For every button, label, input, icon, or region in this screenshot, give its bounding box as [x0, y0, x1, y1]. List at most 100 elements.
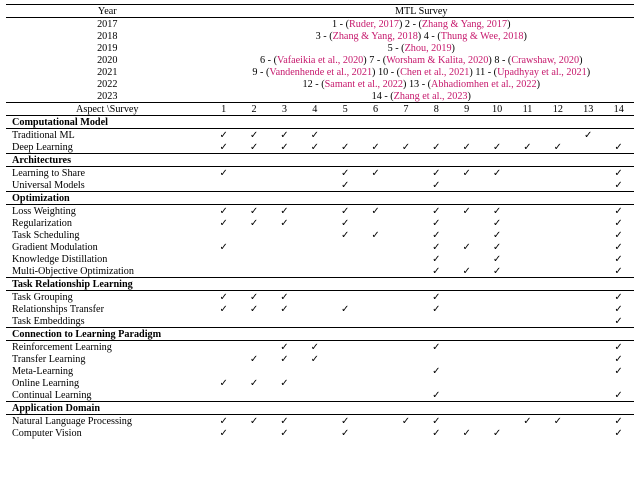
col-1: 1	[209, 103, 239, 116]
check-icon: ✓	[603, 303, 634, 315]
check-icon: ✓	[452, 265, 482, 278]
label-loss-weighting: Loss Weighting	[6, 205, 209, 218]
label-learning-to-share: Learning to Share	[6, 167, 209, 180]
check-icon: ✓	[603, 265, 634, 278]
refs-2021: 9 - (Vandenhende et al., 2021) 10 - (Che…	[209, 66, 634, 78]
check-icon: ✓	[421, 241, 451, 253]
check-icon: ✓	[603, 427, 634, 439]
mtl-survey-table: Year MTL Survey 2017 1 - (Ruder, 2017) 2…	[6, 4, 634, 439]
check-icon: ✓	[209, 205, 239, 218]
check-icon: ✓	[209, 303, 239, 315]
check-icon: ✓	[603, 341, 634, 354]
check-icon: ✓	[603, 217, 634, 229]
year-header: Year	[6, 5, 209, 18]
row-natural-language-processing: Natural Language Processing ✓✓✓✓✓✓✓✓✓	[6, 415, 634, 428]
cite-samant-2022: Samant et al., 2022	[325, 79, 403, 90]
check-icon: ✓	[421, 291, 451, 304]
check-icon: ✓	[603, 365, 634, 377]
check-icon: ✓	[300, 353, 330, 365]
check-icon: ✓	[239, 303, 269, 315]
check-icon: ✓	[512, 141, 542, 154]
row-task-grouping: Task Grouping ✓✓✓✓✓	[6, 291, 634, 304]
check-icon: ✓	[391, 415, 421, 428]
check-icon: ✓	[269, 217, 299, 229]
check-icon: ✓	[421, 415, 451, 428]
check-icon: ✓	[603, 389, 634, 402]
col-6: 6	[360, 103, 390, 116]
check-icon: ✓	[482, 265, 512, 278]
label-meta-learning: Meta-Learning	[6, 365, 209, 377]
check-icon: ✓	[603, 415, 634, 428]
row-traditional-ml: Traditional ML ✓✓✓✓✓	[6, 129, 634, 142]
col-7: 7	[391, 103, 421, 116]
check-icon: ✓	[300, 341, 330, 354]
row-transfer-learning: Transfer Learning ✓✓✓✓	[6, 353, 634, 365]
check-icon: ✓	[573, 129, 603, 142]
cite-zhang-yang-2018: Zhang & Yang, 2018	[333, 31, 418, 42]
row-knowledge-distillation: Knowledge Distillation ✓✓✓	[6, 253, 634, 265]
cite-worsham-2020: Worsham & Kalita, 2020	[386, 55, 488, 66]
cite-chen-2021: Chen et al., 2021	[400, 67, 469, 78]
check-icon: ✓	[269, 141, 299, 154]
check-icon: ✓	[421, 167, 451, 180]
label-transfer-learning: Transfer Learning	[6, 353, 209, 365]
check-icon: ✓	[300, 129, 330, 142]
check-icon: ✓	[269, 291, 299, 304]
col-5: 5	[330, 103, 360, 116]
row-relationships-transfer: Relationships Transfer ✓✓✓✓✓✓	[6, 303, 634, 315]
refs-2017: 1 - (Ruder, 2017) 2 - (Zhang & Yang, 201…	[209, 18, 634, 31]
check-icon: ✓	[482, 217, 512, 229]
check-icon: ✓	[209, 291, 239, 304]
label-natural-language-processing: Natural Language Processing	[6, 415, 209, 428]
check-icon: ✓	[269, 341, 299, 354]
check-icon: ✓	[603, 141, 634, 154]
check-icon: ✓	[482, 167, 512, 180]
label-gradient-modulation: Gradient Modulation	[6, 241, 209, 253]
check-icon: ✓	[209, 377, 239, 389]
label-universal-models: Universal Models	[6, 179, 209, 192]
check-icon: ✓	[421, 205, 451, 218]
check-icon: ✓	[512, 415, 542, 428]
row-meta-learning: Meta-Learning ✓✓	[6, 365, 634, 377]
cite-crawshaw-2020: Crawshaw, 2020	[511, 55, 579, 66]
check-icon: ✓	[603, 179, 634, 192]
cite-vandenhende-2021: Vandenhende et al., 2021	[269, 67, 372, 78]
check-icon: ✓	[482, 241, 512, 253]
check-icon: ✓	[482, 141, 512, 154]
label-traditional-ml: Traditional ML	[6, 129, 209, 142]
check-icon: ✓	[421, 141, 451, 154]
check-icon: ✓	[330, 427, 360, 439]
row-learning-to-share: Learning to Share ✓✓✓✓✓✓✓	[6, 167, 634, 180]
check-icon: ✓	[300, 141, 330, 154]
check-icon: ✓	[421, 427, 451, 439]
row-reinforcement-learning: Reinforcement Learning ✓✓✓✓	[6, 341, 634, 354]
label-multi-objective-optimization: Multi-Objective Optimization	[6, 265, 209, 278]
check-icon: ✓	[603, 291, 634, 304]
check-icon: ✓	[543, 141, 573, 154]
refs-2019: 5 - (Zhou, 2019)	[209, 42, 634, 54]
group-optimization: Optimization	[6, 192, 634, 205]
check-icon: ✓	[239, 205, 269, 218]
check-icon: ✓	[330, 229, 360, 241]
label-continual-learning: Continual Learning	[6, 389, 209, 402]
check-icon: ✓	[421, 303, 451, 315]
year-2019: 2019	[6, 42, 209, 54]
cite-zhang-2023: Zhang et al., 2023	[394, 91, 468, 102]
check-icon: ✓	[421, 341, 451, 354]
check-icon: ✓	[421, 217, 451, 229]
row-online-learning: Online Learning ✓✓✓	[6, 377, 634, 389]
check-icon: ✓	[482, 253, 512, 265]
col-10: 10	[482, 103, 512, 116]
row-task-embeddings: Task Embeddings ✓	[6, 315, 634, 328]
cite-abhadiomhen-2022: Abhadiomhen et al., 2022	[431, 79, 537, 90]
group-task-relationship-learning: Task Relationship Learning	[6, 278, 634, 291]
check-icon: ✓	[269, 205, 299, 218]
check-icon: ✓	[209, 167, 239, 180]
col-11: 11	[512, 103, 542, 116]
check-icon: ✓	[330, 415, 360, 428]
check-icon: ✓	[269, 129, 299, 142]
check-icon: ✓	[452, 205, 482, 218]
label-deep-learning: Deep Learning	[6, 141, 209, 154]
check-icon: ✓	[452, 427, 482, 439]
check-icon: ✓	[269, 415, 299, 428]
